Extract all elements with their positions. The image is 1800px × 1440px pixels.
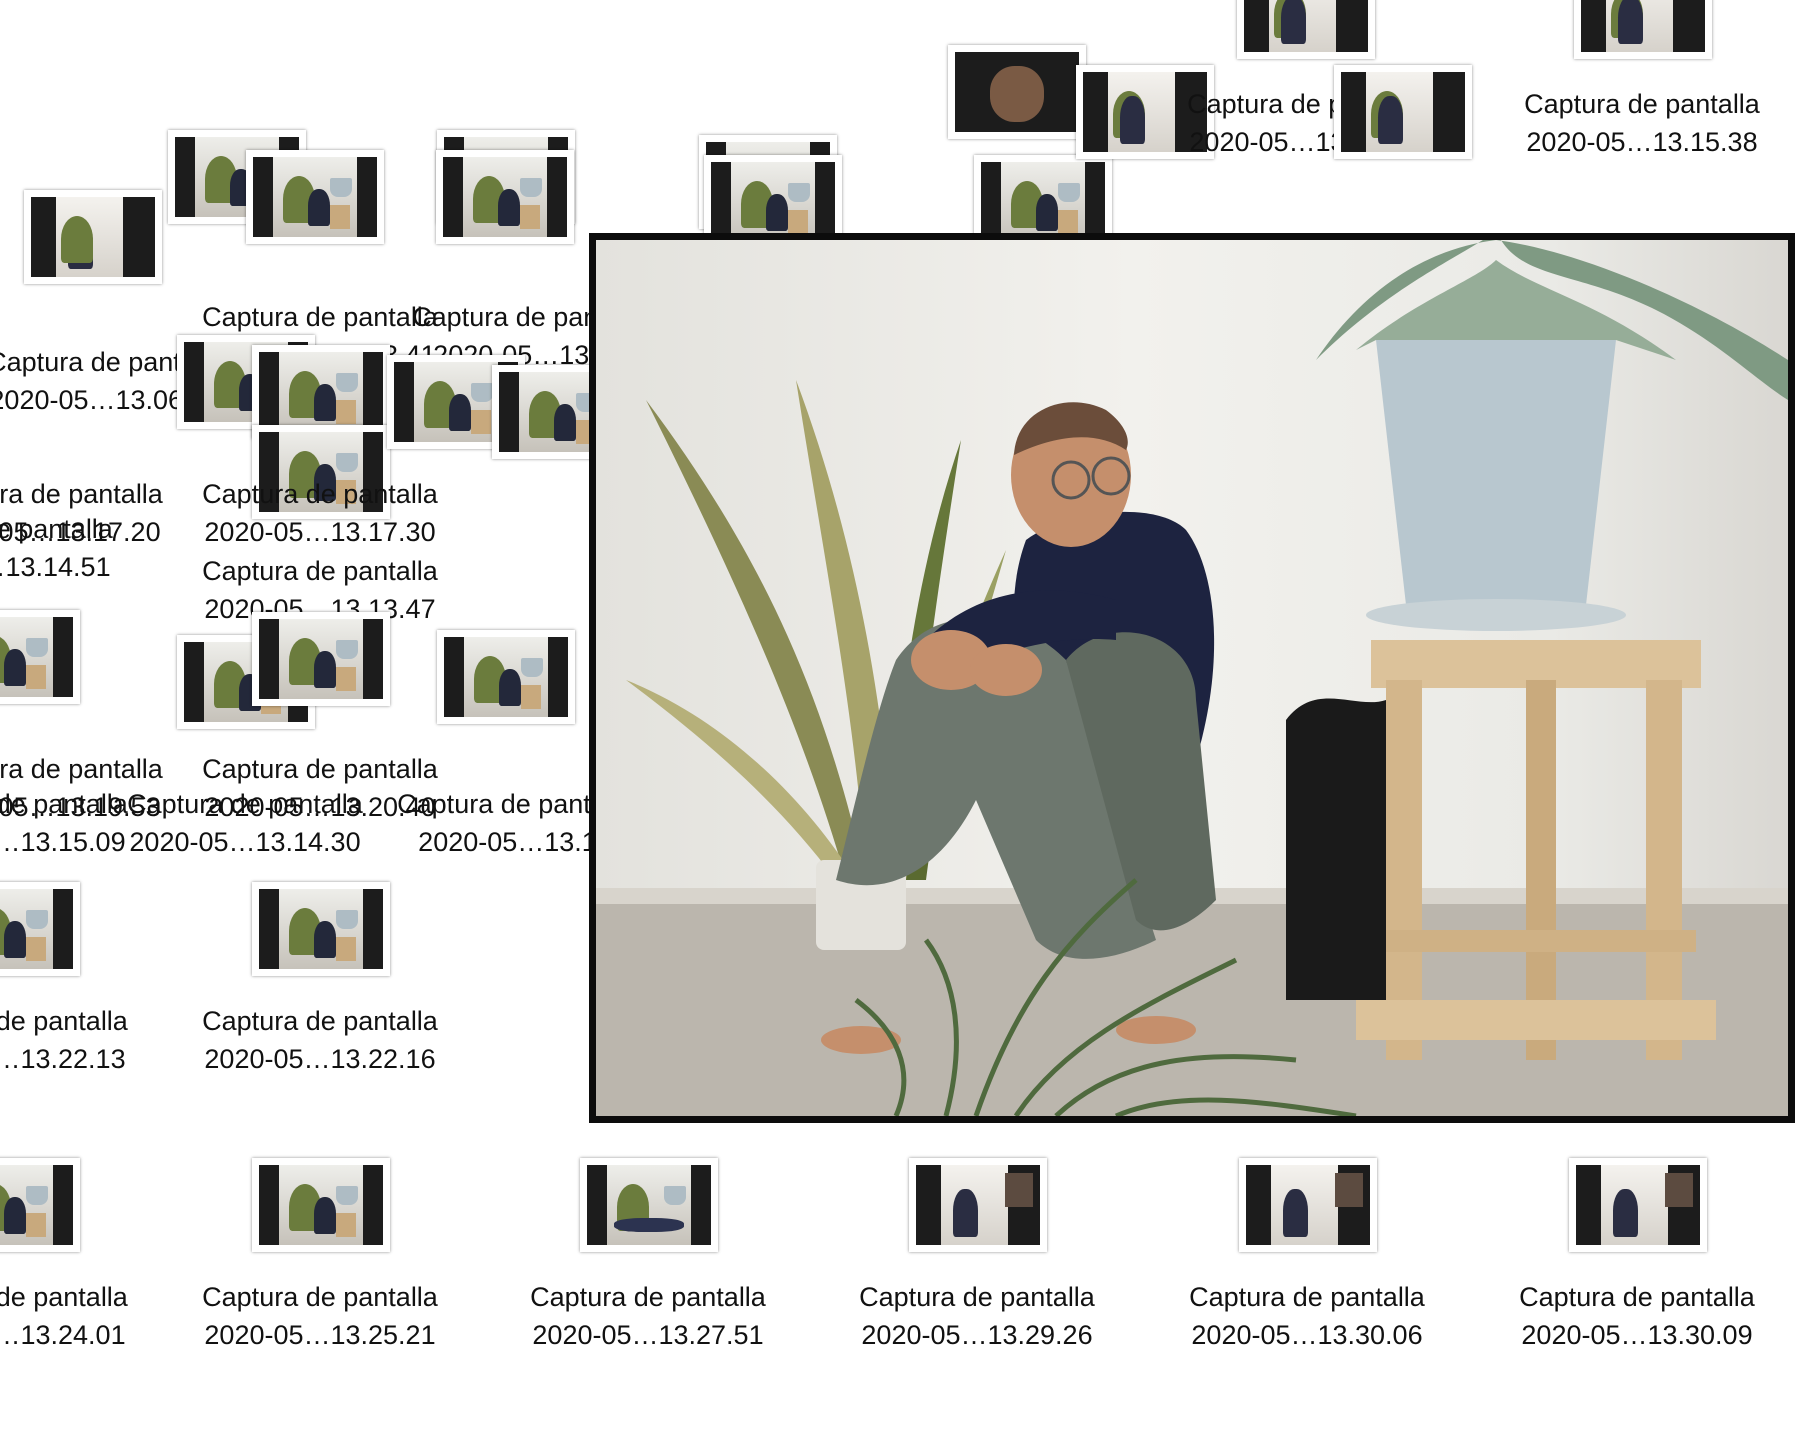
preview-photo-illustration xyxy=(596,240,1788,1116)
file-thumbnail xyxy=(1334,65,1472,159)
file-icon[interactable]: Captura de pantalla 2020-05…13.25.21 xyxy=(170,1158,470,1388)
preview-photo xyxy=(596,240,1788,1116)
file-icon[interactable]: Captura de pantalla 2020-05…13.24.01 xyxy=(0,1158,160,1388)
file-thumbnail xyxy=(580,1158,718,1252)
file-thumbnail xyxy=(1239,1158,1377,1252)
file-icon[interactable]: Captura de pantalla 2020-05…13.22.16 xyxy=(170,882,470,1112)
file-thumbnail xyxy=(909,1158,1047,1252)
file-icon[interactable]: Captura de pantalla 2020-05…13.14.51 xyxy=(0,390,145,620)
file-name: Captura de pantalla xyxy=(1519,1282,1755,1312)
file-icon[interactable]: Captura de pantalla 2020-05…13.14.30 xyxy=(95,665,395,895)
file-thumbnail xyxy=(1574,0,1712,59)
bag xyxy=(1286,698,1386,1000)
file-thumbnail xyxy=(0,882,80,976)
file-date: 2020-05…13.24.01 xyxy=(0,1320,126,1350)
file-date: 2020-05…13.14.30 xyxy=(129,827,361,857)
file-name: Captura de pantalla xyxy=(202,556,438,586)
file-date: 2020-05…13.25.21 xyxy=(204,1320,436,1350)
file-icon[interactable]: Captura de pantalla 2020-05…13.22.13 xyxy=(0,882,160,1112)
file-thumbnail xyxy=(252,1158,390,1252)
preview-window[interactable] xyxy=(589,233,1795,1123)
file-icon[interactable]: Captura de pantalla 2020-05…13.30.06 xyxy=(1157,1158,1457,1388)
file-icon[interactable]: Captura de pantalla 2020-05…13.30.09 xyxy=(1487,1158,1787,1388)
file-name: Captura de pantalla xyxy=(0,1282,128,1312)
file-name: Captura de pantalla xyxy=(127,789,363,819)
file-date: 2020-05…13.30.06 xyxy=(1191,1320,1423,1350)
file-name: Captura de pantalla xyxy=(1524,89,1760,119)
file-name: Captura de pantalla xyxy=(530,1282,766,1312)
file-date: 2020-05…13.27.51 xyxy=(532,1320,764,1350)
file-name: Captura de pantalla xyxy=(202,1282,438,1312)
file-thumbnail xyxy=(252,882,390,976)
file-name: Captura de pantalla xyxy=(0,514,113,544)
file-icon[interactable]: Captura de pantalla 2020-05…13.15.38 xyxy=(1492,0,1792,195)
file-name: Captura de pantalla xyxy=(0,1006,128,1036)
file-thumbnail xyxy=(1237,0,1375,59)
file-icon[interactable]: Captura de pantalla 2020-05…13.27.51 xyxy=(498,1158,798,1388)
file-name: Captura de pantalla xyxy=(1189,1282,1425,1312)
file-date: 2020-05…13.30.09 xyxy=(1521,1320,1753,1350)
file-date: 2020-05…13.14.51 xyxy=(0,552,111,582)
file-date: 2020-05…13.22.13 xyxy=(0,1044,126,1074)
file-thumbnail xyxy=(0,1158,80,1252)
file-thumbnail xyxy=(1569,1158,1707,1252)
file-name: Captura de pantalla xyxy=(202,1006,438,1036)
file-date: 2020-05…13.22.16 xyxy=(204,1044,436,1074)
file-name: Captura de pantalla xyxy=(859,1282,1095,1312)
potted-grass xyxy=(1316,240,1788,631)
file-date: 2020-05…13.29.26 xyxy=(861,1320,1093,1350)
wooden-stool xyxy=(1356,640,1716,1060)
file-date: 2020-05…13.15.38 xyxy=(1526,127,1758,157)
file-icon[interactable]: Captura de pantalla 2020-05…13.29.26 xyxy=(827,1158,1127,1388)
